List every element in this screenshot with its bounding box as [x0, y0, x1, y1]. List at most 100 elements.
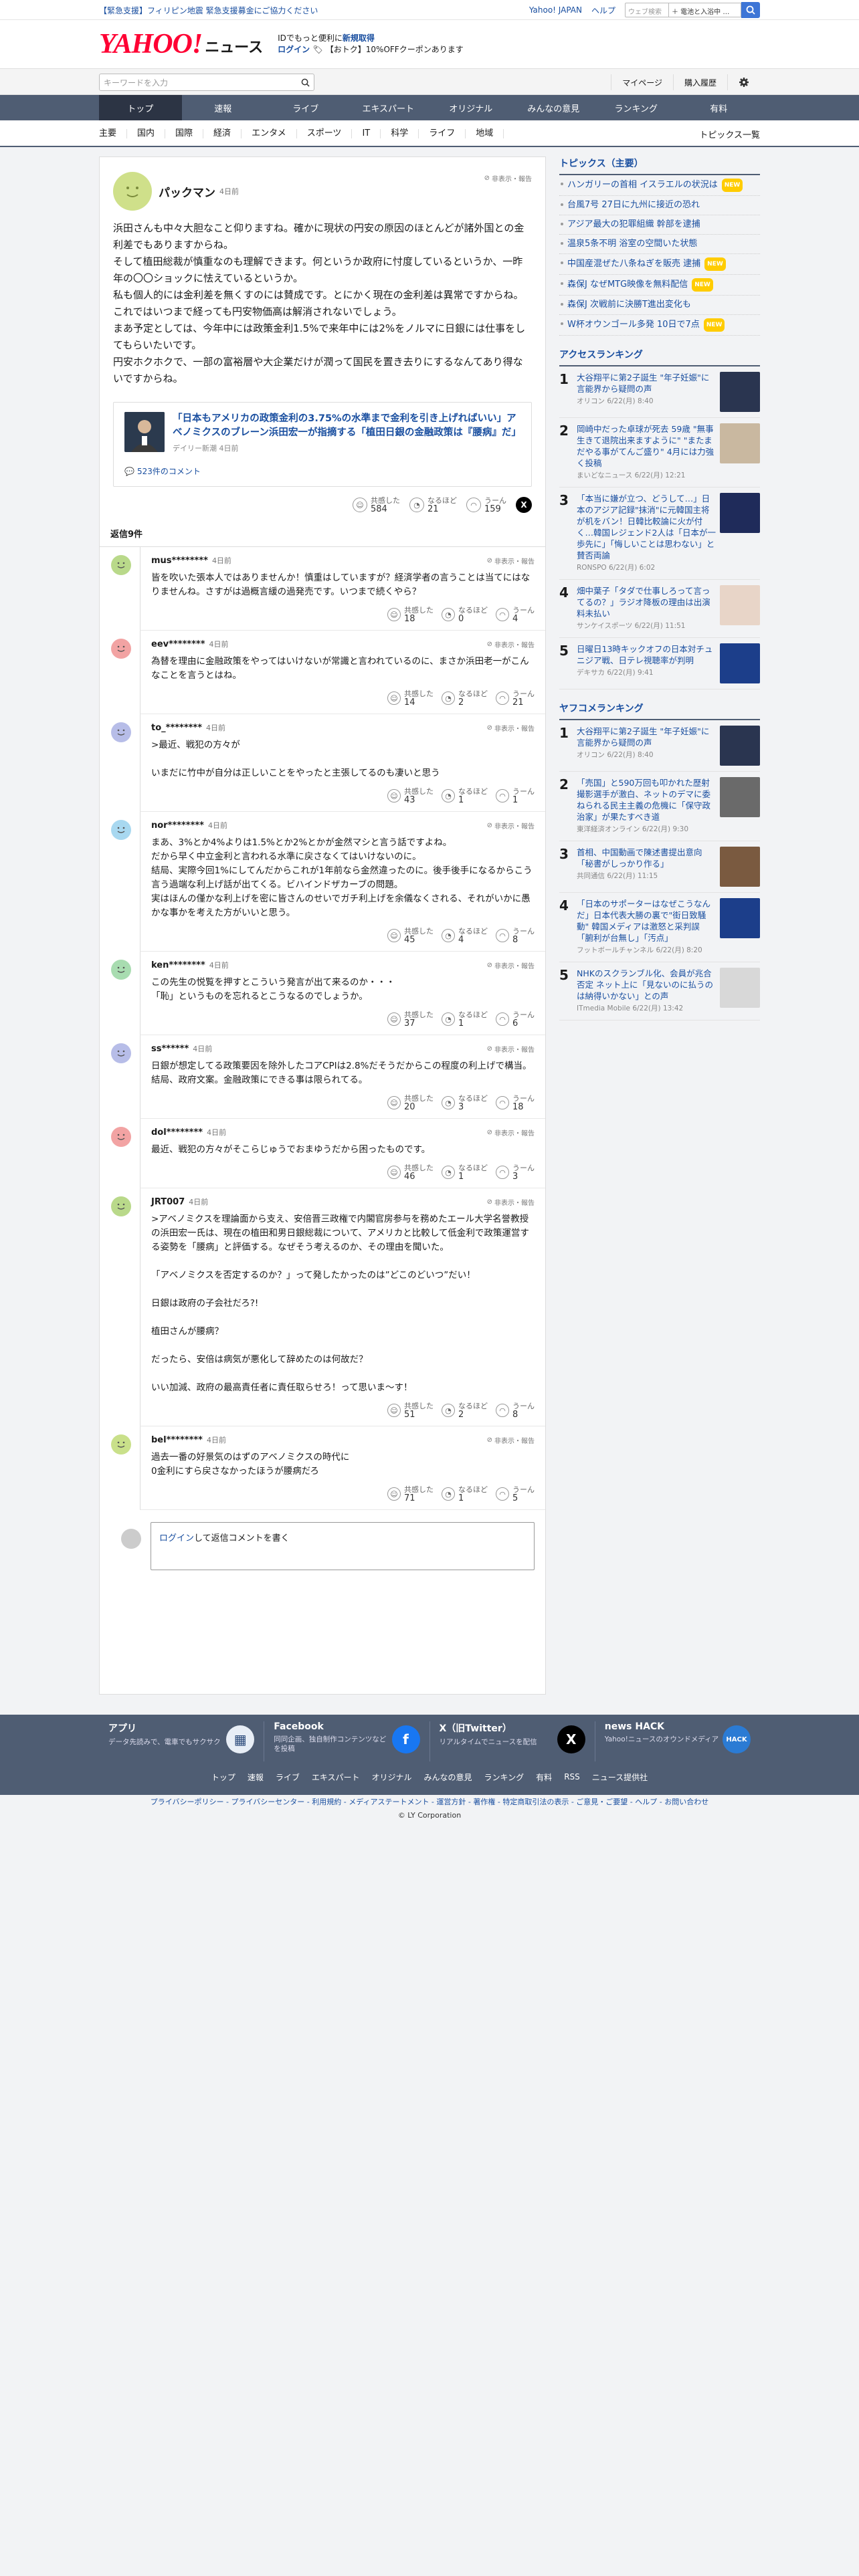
reaction-insightful[interactable]: ◔ なるほど 1: [442, 1164, 488, 1181]
topic-item[interactable]: 森保J 次戦前に決勝T進出変化も: [559, 296, 760, 315]
reaction-hmm[interactable]: ◠ うーん 4: [496, 606, 535, 623]
category-economy[interactable]: 経済: [203, 129, 242, 138]
reaction-hmm[interactable]: ◠ うーん 6: [496, 1010, 535, 1028]
reaction-insightful[interactable]: ◔ なるほど 0: [442, 606, 488, 623]
footer-link[interactable]: RSS: [564, 1772, 580, 1782]
ranking-item[interactable]: 4 「日本のサポーターはなぜこうなんだ」日本代表大勝の裏で"街日致騒動" 韓国メデ…: [559, 893, 760, 962]
urgent-banner-link[interactable]: 【緊急支援】フィリピン地震 緊急支援募金にご協力ください: [99, 5, 318, 16]
footer-promo-item[interactable]: news HACK Yahoo!ニュースのオウンドメディア HACK: [595, 1721, 760, 1761]
reply-author[interactable]: eev********: [151, 639, 205, 649]
tab-expert[interactable]: エキスパート: [347, 95, 430, 120]
reply-author[interactable]: JRT007: [151, 1197, 185, 1207]
footer-promo-item[interactable]: アプリ データ先読みで、電車でもサクサク ▦: [99, 1721, 265, 1761]
reaction-hmm[interactable]: ◠ うーん 18: [496, 1094, 535, 1111]
avatar[interactable]: [111, 1043, 131, 1063]
hide-report-link[interactable]: ⊘ 非表示・報告: [487, 960, 535, 970]
hide-report-link[interactable]: ⊘ 非表示・報告: [487, 556, 535, 566]
reply-author[interactable]: dol********: [151, 1128, 203, 1138]
footer-link[interactable]: ニュース提供社: [592, 1772, 648, 1783]
ranking-item[interactable]: 3 「本当に嫌が立つ、どうして…」日本のアジア記録"抹消"に元韓国主将が机をバン！…: [559, 488, 760, 580]
tab-paid[interactable]: 有料: [678, 95, 761, 120]
avatar[interactable]: [111, 960, 131, 980]
reaction-hmm[interactable]: ◠ うーん 3: [496, 1164, 535, 1181]
avatar[interactable]: [111, 722, 131, 742]
footer-link[interactable]: ランキング: [484, 1772, 524, 1783]
footer-promo-item[interactable]: Facebook 同同企画、独自制作コンテンツなどを投稿 f: [264, 1721, 430, 1761]
reaction-agree[interactable]: ☺ 共感した 37: [387, 1010, 434, 1028]
reply-author[interactable]: to_********: [151, 723, 202, 733]
avatar[interactable]: [111, 555, 131, 575]
help-link[interactable]: ヘルプ: [591, 5, 615, 16]
keyword-search-input[interactable]: キーワードを入力: [99, 74, 314, 91]
reaction-agree[interactable]: ☺ 共感した 584: [353, 496, 400, 514]
reply-login-link[interactable]: ログイン: [159, 1533, 194, 1543]
reply-input[interactable]: ログインして返信コメントを書く: [151, 1522, 535, 1570]
reaction-insightful[interactable]: ◔ なるほど 3: [442, 1094, 488, 1111]
legal-links[interactable]: プライバシーポリシー - プライバシーセンター - 利用規約 - メディアステー…: [0, 1796, 859, 1807]
reaction-hmm[interactable]: ◠ うーん 159: [466, 496, 506, 514]
footer-link[interactable]: トップ: [211, 1772, 235, 1783]
reaction-insightful[interactable]: ◔ なるほど 1: [442, 1010, 488, 1028]
category-world[interactable]: 国際: [165, 129, 204, 138]
signup-link[interactable]: 新規取得: [343, 33, 375, 43]
footer-link[interactable]: エキスパート: [312, 1772, 360, 1783]
footer-link[interactable]: オリジナル: [372, 1772, 412, 1783]
ranking-item[interactable]: 2 岡崎中だった卓球が死去 59歳 "無事生きて退院出来ますように" "またまだや…: [559, 418, 760, 488]
web-search-input[interactable]: ウェブ検索: [625, 3, 669, 17]
article-comments-link[interactable]: 💬 523件のコメント: [124, 465, 520, 477]
reaction-agree[interactable]: ☺ 共感した 43: [387, 787, 434, 804]
reaction-agree[interactable]: ☺ 共感した 18: [387, 606, 434, 623]
avatar[interactable]: [111, 1196, 131, 1216]
web-search-button[interactable]: [741, 2, 760, 18]
yahoo-news-logo[interactable]: YAHOO! ニュース: [99, 30, 263, 58]
topic-item[interactable]: 森保J なぜMTG映像を無料配信 NEW: [559, 275, 760, 296]
reaction-hmm[interactable]: ◠ うーん 1: [496, 787, 535, 804]
category-domestic[interactable]: 国内: [127, 129, 166, 138]
search-icon[interactable]: [301, 78, 310, 87]
reply-author[interactable]: mus********: [151, 556, 208, 566]
reply-author[interactable]: nor********: [151, 821, 204, 831]
reaction-agree[interactable]: ☺ 共感した 45: [387, 927, 434, 944]
reply-author[interactable]: ken********: [151, 960, 205, 970]
category-main[interactable]: 主要: [99, 129, 128, 138]
hide-report-link[interactable]: ⊘ 非表示・報告: [487, 1128, 535, 1138]
avatar[interactable]: [111, 1127, 131, 1147]
topic-item[interactable]: ハンガリーの首相 イスラエルの状況は NEW: [559, 175, 760, 196]
hide-report-link[interactable]: ⊘ 非表示・報告: [487, 723, 535, 733]
category-life[interactable]: ライフ: [419, 129, 466, 138]
category-it[interactable]: IT: [352, 129, 381, 138]
reaction-insightful[interactable]: ◔ なるほど 2: [442, 689, 488, 707]
topic-item[interactable]: アジア最大の犯罪組織 幹部を逮捕: [559, 215, 760, 235]
avatar[interactable]: [111, 820, 131, 840]
hide-report-link[interactable]: ⊘ 非表示・報告: [484, 173, 532, 183]
topic-item[interactable]: W杯オウンゴール多発 10日で7点 NEW: [559, 315, 760, 336]
category-sports[interactable]: スポーツ: [297, 129, 353, 138]
topic-item[interactable]: 温泉5条不明 浴室の空間いた状態: [559, 235, 760, 254]
avatar[interactable]: [111, 1434, 131, 1455]
footer-link[interactable]: 有料: [536, 1772, 552, 1783]
hide-report-link[interactable]: ⊘ 非表示・報告: [487, 1044, 535, 1054]
reaction-agree[interactable]: ☺ 共感した 20: [387, 1094, 434, 1111]
hide-report-link[interactable]: ⊘ 非表示・報告: [487, 1197, 535, 1207]
reaction-insightful[interactable]: ◔ なるほど 21: [409, 496, 457, 514]
ranking-item[interactable]: 5 NHKのスクランブル化、会員が兆合否定 ネット上に「見ないのに払うのは納得いか…: [559, 962, 760, 1021]
topics-list-link[interactable]: トピックス一覧: [699, 128, 760, 140]
reaction-insightful[interactable]: ◔ なるほど 4: [442, 927, 488, 944]
tab-original[interactable]: オリジナル: [430, 95, 512, 120]
settings-gear-icon[interactable]: [727, 74, 760, 90]
category-local[interactable]: 地域: [466, 129, 504, 138]
footer-link[interactable]: みんなの意見: [424, 1772, 472, 1783]
hide-report-link[interactable]: ⊘ 非表示・報告: [487, 1435, 535, 1445]
reaction-hmm[interactable]: ◠ うーん 5: [496, 1485, 535, 1503]
hide-report-link[interactable]: ⊘ 非表示・報告: [487, 639, 535, 649]
reaction-agree[interactable]: ☺ 共感した 51: [387, 1402, 434, 1419]
footer-link[interactable]: 速報: [248, 1772, 264, 1783]
reaction-hmm[interactable]: ◠ うーん 8: [496, 927, 535, 944]
login-link[interactable]: ログイン: [278, 45, 310, 54]
coupon-promo-link[interactable]: 【おトク】10%OFFクーポンあります: [326, 45, 464, 54]
ranking-item[interactable]: 2 「売国」と590万回も叩かれた歴射撮影選手が激白、ネットのデマに委ねられる民主…: [559, 772, 760, 841]
tab-top[interactable]: トップ: [99, 95, 182, 120]
ranking-item[interactable]: 1 大谷翔平に第2子誕生 "年子妊娠"に言能界から疑問の声 オリコン 6/22(月)…: [559, 720, 760, 772]
ranking-item[interactable]: 4 畑中葉子「タダで仕事しろって言ってるの？」ラジオ降板の理由は出演料未払い サンケ…: [559, 580, 760, 638]
yahoo-japan-link[interactable]: Yahoo! JAPAN: [529, 5, 582, 15]
